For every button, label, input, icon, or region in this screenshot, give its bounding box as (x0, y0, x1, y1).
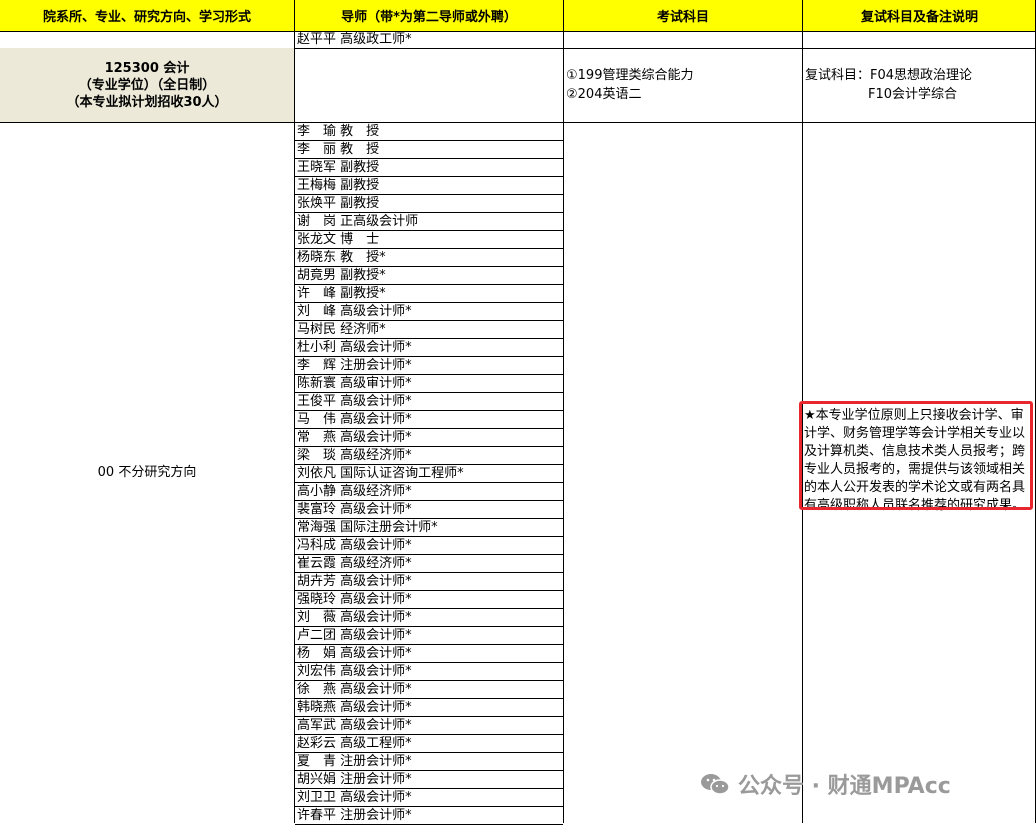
advisor-item: 李 丽 教 授 (297, 142, 380, 157)
advisor-item: 王晓军 副教授 (297, 160, 380, 175)
advisor-item: 张龙文 博 士 (297, 232, 380, 247)
advisor-item: 冯科成 高级会计师* (297, 538, 412, 553)
watermark-text: 公众号 · 财通MPAcc (738, 774, 951, 799)
major-type: （专业学位）（全日制） (78, 77, 216, 93)
advisor-item: 刘 峰 高级会计师* (297, 304, 412, 319)
major-quota: （本专业拟计划招收30人） (66, 94, 228, 110)
advisor-item: 刘宏伟 高级会计师* (297, 664, 412, 679)
major-cell: 125300 会计 （专业学位）（全日制） （本专业拟计划招收30人） (0, 48, 294, 122)
advisor-item: 杜小利 高级会计师* (297, 340, 412, 355)
advisor-item: 梁 琰 高级经济师* (297, 448, 412, 463)
advisor-item: 徐 燕 高级会计师* (297, 682, 412, 697)
exam-subject-1: ①199管理类综合能力 (566, 68, 694, 83)
advisor-item: 赵彩云 高级工程师* (297, 736, 412, 751)
advisor-item: 李 辉 注册会计师* (297, 358, 412, 373)
advisor-item: 许 峰 副教授* (297, 286, 386, 301)
wechat-icon (701, 774, 730, 795)
header-col-retest: 复试科目及备注说明 (860, 10, 978, 25)
advisor-item: 裴富玲 高级会计师* (297, 502, 412, 517)
advisor-item: 胡兴娟 注册会计师* (297, 772, 412, 787)
header-col-exam: 考试科目 (656, 10, 709, 25)
advisor-item: 常海强 国际注册会计师* (297, 520, 438, 535)
highlight-box (799, 401, 1033, 510)
advisor-item: 张焕平 副教授 (297, 196, 380, 211)
watermark: 公众号 · 财通MPAcc (700, 764, 951, 804)
research-direction: 00 不分研究方向 (97, 465, 197, 480)
major-code: 125300 会计 (104, 60, 190, 76)
advisor-item: 夏 青 注册会计师* (297, 754, 412, 769)
table-header: 院系所、专业、研究方向、学习形式 导师（带*为第二导师或外聘） 考试科目 复试科… (0, 0, 1036, 32)
exam-subject-2: ②204英语二 (566, 87, 642, 102)
advisor-item: 崔云霞 高级经济师* (297, 556, 412, 571)
advisor-item: 杨 娟 高级会计师* (297, 646, 412, 661)
advisor-item: 常 燕 高级会计师* (297, 430, 412, 445)
advisor-item: 韩晓燕 高级会计师* (297, 700, 412, 715)
advisor-item: 马 伟 高级会计师* (297, 412, 412, 427)
advisor-item: 刘依凡 国际认证咨询工程师* (297, 466, 464, 481)
advisor-item: 刘卫卫 高级会计师* (297, 790, 412, 805)
advisor-item: 高小静 高级经济师* (297, 484, 412, 499)
retest-subject-1: 复试科目：F04思想政治理论 (805, 68, 973, 83)
advisor-item: 卢二团 高级会计师* (297, 628, 412, 643)
advisor-item: 胡卉芳 高级会计师* (297, 574, 412, 589)
advisor-item: 陈新寰 高级审计师* (297, 376, 412, 391)
advisor-item: 王梅梅 副教授 (297, 178, 380, 193)
advisor-item: 马树民 经济师* (297, 322, 386, 337)
advisor-top: 赵平平 高级政工师* (297, 32, 412, 47)
column-divider (563, 0, 564, 823)
advisor-item: 王俊平 高级会计师* (297, 394, 412, 409)
header-col-department: 院系所、专业、研究方向、学习形式 (42, 10, 251, 25)
advisor-item: 高军武 高级会计师* (297, 718, 412, 733)
advisor-item: 强晓玲 高级会计师* (297, 592, 412, 607)
header-col-advisor: 导师（带*为第二导师或外聘） (341, 10, 517, 25)
advisor-item: 刘 薇 高级会计师* (297, 610, 412, 625)
retest-subject-2: F10会计学综合 (868, 87, 958, 102)
advisor-item: 谢 岗 正高级会计师 (297, 214, 419, 229)
advisor-item: 胡竟男 副教授* (297, 268, 386, 283)
advisor-item: 杨晓东 教 授* (297, 250, 386, 265)
advisor-item: 李 瑜 教 授 (297, 124, 380, 139)
advisor-item: 许春平 注册会计师* (297, 808, 412, 823)
